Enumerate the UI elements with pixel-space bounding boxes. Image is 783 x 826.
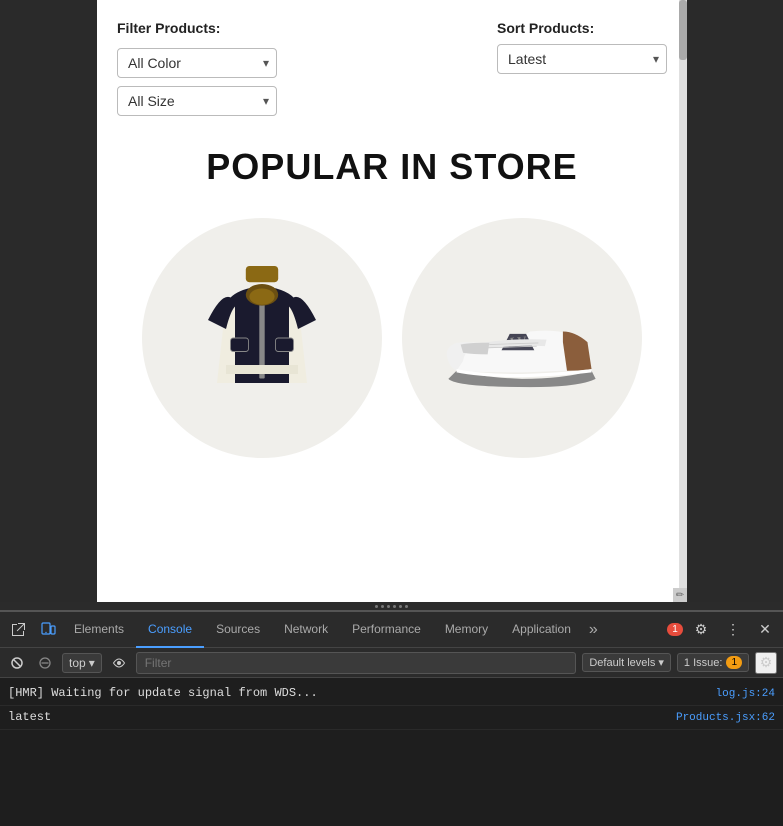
resize-dot [405, 605, 408, 608]
console-line-source[interactable]: log.js:24 [716, 685, 775, 703]
console-settings-button[interactable]: ⚙ [755, 652, 777, 674]
console-toolbar: top ▾ Default levels ▾ 1 Issue: 1 ⚙ [0, 648, 783, 678]
tab-network[interactable]: Network [272, 612, 340, 648]
issue-count-badge: 1 [726, 656, 742, 669]
console-output: [HMR] Waiting for update signal from WDS… [0, 678, 783, 826]
color-select[interactable]: All Color Black White Blue Red [117, 48, 277, 78]
resize-handle[interactable] [0, 602, 783, 610]
resize-dot [393, 605, 396, 608]
devtools-close-button[interactable]: ✕ [751, 616, 779, 644]
resize-dot [381, 605, 384, 608]
device-toolbar-button[interactable] [34, 616, 62, 644]
tab-performance[interactable]: Performance [340, 612, 433, 648]
more-tabs-button[interactable]: » [583, 617, 604, 643]
devtools-more-button[interactable]: ⋮ [719, 616, 747, 644]
browser-content: Filter Products: All Color Black White B… [97, 0, 687, 608]
block-requests-button[interactable] [34, 652, 56, 674]
filter-section: Filter Products: All Color Black White B… [117, 20, 277, 116]
filter-label: Filter Products: [117, 20, 277, 36]
size-select[interactable]: All Size XS S M L XL [117, 86, 277, 116]
console-line: latest Products.jsx:62 [0, 706, 783, 730]
console-line-text: latest [8, 708, 668, 726]
scroll-thumb[interactable] [679, 0, 687, 60]
eye-button[interactable] [108, 652, 130, 674]
tab-application[interactable]: Application [500, 612, 583, 648]
console-line-text: [HMR] Waiting for update signal from WDS… [8, 684, 708, 702]
product-jacket[interactable] [142, 218, 382, 458]
side-panel-right [687, 0, 783, 608]
console-filter-input[interactable] [136, 652, 577, 674]
top-context-dropdown[interactable]: top ▾ [62, 653, 102, 673]
resize-dot [375, 605, 378, 608]
devtools-left-icons [4, 616, 62, 644]
tab-sources[interactable]: Sources [204, 612, 272, 648]
sort-select-wrapper[interactable]: Latest Price: Low to High Price: High to… [497, 44, 667, 74]
devtools-settings-button[interactable]: ⚙ [687, 616, 715, 644]
console-line: [HMR] Waiting for update signal from WDS… [0, 682, 783, 706]
resize-dot [399, 605, 402, 608]
tab-elements[interactable]: Elements [62, 612, 136, 648]
side-panel-left [0, 0, 97, 608]
console-line-source[interactable]: Products.jsx:62 [676, 709, 775, 727]
tab-console[interactable]: Console [136, 612, 204, 648]
sort-label: Sort Products: [497, 20, 667, 36]
sort-section: Sort Products: Latest Price: Low to High… [497, 20, 667, 74]
error-badge: 1 [667, 623, 683, 636]
clear-console-button[interactable] [6, 652, 28, 674]
tab-memory[interactable]: Memory [433, 612, 500, 648]
scrollbar-pen[interactable]: ✏ [673, 588, 687, 602]
sneaker-image: LV [432, 248, 612, 428]
size-select-wrapper[interactable]: All Size XS S M L XL [117, 86, 277, 116]
resize-dots [375, 605, 408, 608]
resize-dot [387, 605, 390, 608]
inspect-element-button[interactable] [4, 616, 32, 644]
product-sneaker[interactable]: LV [402, 218, 642, 458]
devtools-panel: Elements Console Sources Network Perform… [0, 610, 783, 826]
default-levels-dropdown[interactable]: Default levels ▾ [582, 653, 671, 672]
chevron-down-icon: ▾ [658, 656, 664, 669]
issue-badge-button[interactable]: 1 Issue: 1 [677, 653, 749, 672]
jacket-image [172, 248, 352, 428]
sort-select[interactable]: Latest Price: Low to High Price: High to… [497, 44, 667, 74]
scroll-track[interactable] [679, 0, 687, 608]
devtools-right-icons: 1 ⚙ ⋮ ✕ [667, 616, 779, 644]
chevron-down-icon: ▾ [89, 656, 95, 670]
products-row: LV [117, 218, 667, 458]
devtools-tabs-toolbar: Elements Console Sources Network Perform… [0, 612, 783, 648]
filter-sort-row: Filter Products: All Color Black White B… [117, 20, 667, 116]
color-select-wrapper[interactable]: All Color Black White Blue Red [117, 48, 277, 78]
popular-heading: POPULAR IN STORE [117, 146, 667, 188]
